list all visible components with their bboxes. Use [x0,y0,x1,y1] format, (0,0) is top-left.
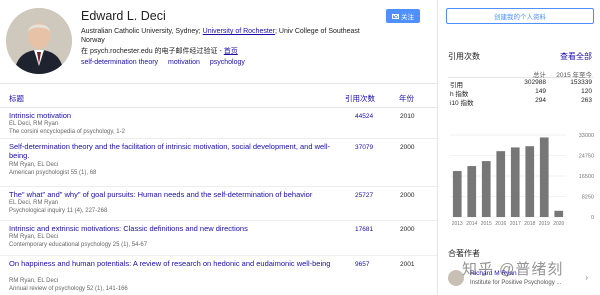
table-row: Self-determination theory and the facili… [0,140,437,187]
follow-label: 关注 [401,14,414,21]
stats-since: 263 [581,97,592,104]
article-year: 2000 [400,226,415,233]
article-title[interactable]: On happiness and human potentials: A rev… [9,259,334,268]
x-tick-label: 2020 [553,221,564,227]
article-authors: RM Ryan, EL Deci [9,278,59,284]
citations-per-year-chart: 33000 24750 16500 8250 0 2013 2014 2015 2016 2017… [450,133,594,227]
article-venue: The corsini encyclopedia of psychology, … [9,129,125,135]
watermark-text: 知乎 @普绪刻 [462,261,564,278]
sort-by-year[interactable]: 年份 [399,93,414,104]
x-tick-label: 2014 [466,221,477,227]
cited-by-heading: 引用次数 [448,52,480,61]
cited-count[interactable]: 9657 [355,261,369,268]
article-year: 2010 [400,113,415,120]
tag-psychology[interactable]: psychology [210,59,245,66]
create-profile-button[interactable]: 创建我的个人资料 [446,8,594,24]
interest-tags: self-determination theory motivation psy… [81,59,253,66]
affiliation-link[interactable]: University of Rochester [203,28,275,35]
mail-icon [392,13,399,19]
verified-email: 在 psych.rochester.edu 的电子邮件经过验证 - 首页 [81,46,238,56]
table-row: The" what" and" why" of goal pursuits: H… [0,188,437,221]
view-all-link[interactable]: 查看全部 [560,51,592,62]
x-tick-label: 2013 [452,221,463,227]
stats-all: 149 [535,88,546,95]
profile-name: Edward L. Deci [81,9,166,23]
stats-since: 120 [581,88,592,95]
affiliation-text: Australian Catholic University, Sydney; [81,28,203,35]
cited-count[interactable]: 25727 [355,192,373,199]
article-title[interactable]: The" what" and" why" of goal pursuits: H… [9,190,334,199]
stats-all: 302988 [524,79,546,86]
sort-by-cited[interactable]: 引用次数 [345,93,375,104]
chart-bar-2013[interactable] [452,171,462,217]
coauthor-institution: Institute for Positive Psychology ... [470,280,562,286]
article-authors: RM Ryan, EL Deci [9,234,59,240]
stats-since: 153339 [570,79,592,86]
citation-stats-table: 总计 2015 年至今 引用 302988 153339 h 指数 149 12… [448,68,594,107]
chart-bar-2017[interactable] [510,147,520,217]
chart-bar-2019[interactable] [539,137,549,217]
x-tick-label: 2016 [495,221,506,227]
article-title[interactable]: Intrinsic and extrinsic motivations: Cla… [9,224,334,233]
sort-by-title[interactable]: 标题 [9,93,24,104]
sidebar: 创建我的个人资料 引用次数 查看全部 总计 2015 年至今 引用 302988… [438,0,600,295]
x-tick-label: 2015 [481,221,492,227]
x-tick-label: 2018 [524,221,535,227]
profile-affiliation: Australian Catholic University, Sydney; … [81,27,381,45]
article-authors: EL Deci, RM Ryan [9,121,59,127]
article-year: 2000 [400,192,415,199]
chart-bar-2018[interactable] [525,146,535,217]
profile-avatar [6,8,72,74]
chart-bar-2020[interactable] [554,210,564,217]
y-tick-label: 33000 [579,133,594,139]
tag-motivation[interactable]: motivation [168,59,200,66]
tag-self-determination-theory[interactable]: self-determination theory [81,59,158,66]
article-title[interactable]: Intrinsic motivation [9,111,334,120]
main-panel: Edward L. Deci Australian Catholic Unive… [0,0,437,295]
article-venue: Contemporary educational psychology 25 (… [9,242,148,248]
article-title[interactable]: Self-determination theory and the facili… [9,142,334,160]
stats-row: i10 指数 294 263 [448,96,594,107]
articles-table-header: 标题 引用次数 年份 [0,83,437,108]
follow-button[interactable]: 关注 [386,9,420,23]
y-tick-label: 24750 [579,154,594,160]
article-authors: EL Deci, RM Ryan [9,200,59,206]
stats-label: i10 指数 [450,100,474,107]
x-tick-label: 2017 [510,221,521,227]
chart-bar-2014[interactable] [467,166,477,217]
email-text: 在 psych.rochester.edu 的电子邮件经过验证 - [81,48,224,55]
article-venue: Annual review of psychology 52 (1), 141-… [9,286,128,292]
article-authors: RM Ryan, EL Deci [9,162,59,168]
table-row: Intrinsic and extrinsic motivations: Cla… [0,222,437,256]
chart-bar-2016[interactable] [496,151,506,217]
cited-count[interactable]: 17681 [355,226,373,233]
y-tick-label: 8250 [582,195,594,201]
cited-count[interactable]: 44524 [355,113,373,120]
article-venue: American psychologist 55 (1), 68 [9,170,97,176]
stats-header: 总计 2015 年至今 [448,68,594,79]
homepage-link[interactable]: 首页 [224,48,238,55]
chart-bar-2015[interactable] [481,161,491,217]
article-year: 2000 [400,144,415,151]
cited-count[interactable]: 37079 [355,144,373,151]
x-tick-label: 2019 [539,221,550,227]
y-tick-label: 16500 [579,174,594,180]
article-year: 2001 [400,261,415,268]
y-tick-label: 0 [591,215,594,221]
stats-row: h 指数 149 120 [448,87,594,98]
stats-row: 引用 302988 153339 [448,78,594,89]
chevron-right-icon[interactable]: › [585,273,588,282]
table-row: Intrinsic motivation EL Deci, RM Ryan Th… [0,109,437,139]
article-venue: Psychological inquiry 11 (4), 227-268 [9,208,108,214]
stats-all: 294 [535,97,546,104]
table-row: On happiness and human potentials: A rev… [0,257,437,295]
